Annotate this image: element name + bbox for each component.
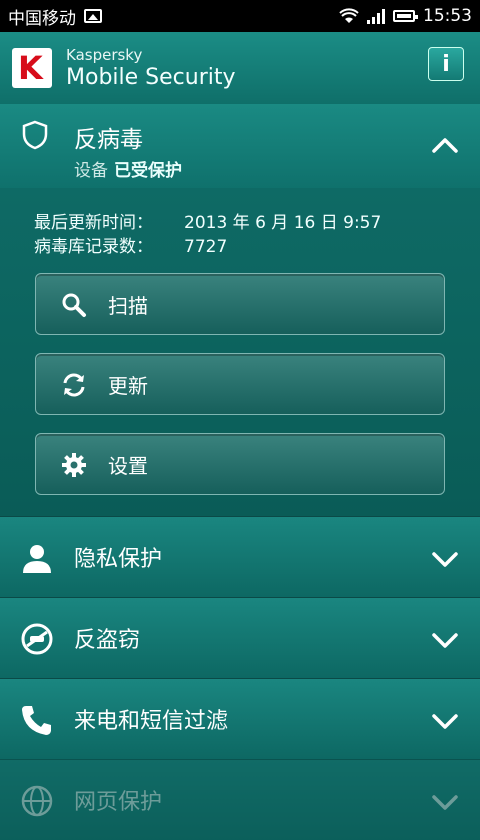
globe-icon [21, 785, 53, 817]
picture-notification-icon [84, 9, 102, 23]
wifi-icon [339, 8, 359, 23]
call-sms-filter-section[interactable]: 来电和短信过滤 [0, 678, 480, 759]
app-header: K Kaspersky Mobile Security i [0, 32, 480, 105]
shield-icon [22, 120, 48, 150]
clock-time: 15:53 [423, 6, 472, 26]
protection-status: 设备 已受保护 [74, 161, 182, 181]
brand-name: Kaspersky [66, 46, 143, 64]
carrier-label: 中国移动 [8, 8, 76, 29]
last-update-row: 最后更新时间： 2013 年 6 月 16 日 9:57 [34, 213, 382, 233]
chevron-down-icon[interactable] [432, 627, 458, 653]
search-icon [62, 293, 86, 317]
product-name: Mobile Security [66, 65, 236, 90]
person-icon [23, 545, 51, 573]
update-button[interactable]: 更新 [35, 353, 445, 415]
antivirus-panel: 最后更新时间： 2013 年 6 月 16 日 9:57 病毒库记录数： 7727 … [0, 188, 480, 516]
kaspersky-logo: K [12, 48, 52, 88]
privacy-protection-section[interactable]: 隐私保护 [0, 516, 480, 597]
info-button[interactable]: i [428, 47, 464, 81]
chevron-down-icon[interactable] [432, 708, 458, 734]
signal-icon [367, 8, 385, 24]
gear-icon [62, 453, 86, 477]
anti-theft-section[interactable]: 反盗窃 [0, 597, 480, 678]
settings-button[interactable]: 设置 [35, 433, 445, 495]
records-row: 病毒库记录数： 7727 [34, 237, 228, 257]
status-bar: 中国移动 15:53 [0, 0, 480, 32]
chevron-up-icon[interactable] [432, 133, 458, 159]
chevron-down-icon[interactable] [432, 546, 458, 572]
anti-theft-icon [21, 623, 53, 655]
battery-icon [393, 10, 418, 22]
antivirus-section-header[interactable]: 反病毒 设备 已受保护 [0, 104, 480, 188]
phone-icon [22, 706, 51, 735]
scan-button[interactable]: 扫描 [35, 273, 445, 335]
antivirus-title: 反病毒 [74, 127, 143, 153]
chevron-down-icon[interactable] [432, 789, 458, 815]
refresh-icon [63, 373, 85, 397]
